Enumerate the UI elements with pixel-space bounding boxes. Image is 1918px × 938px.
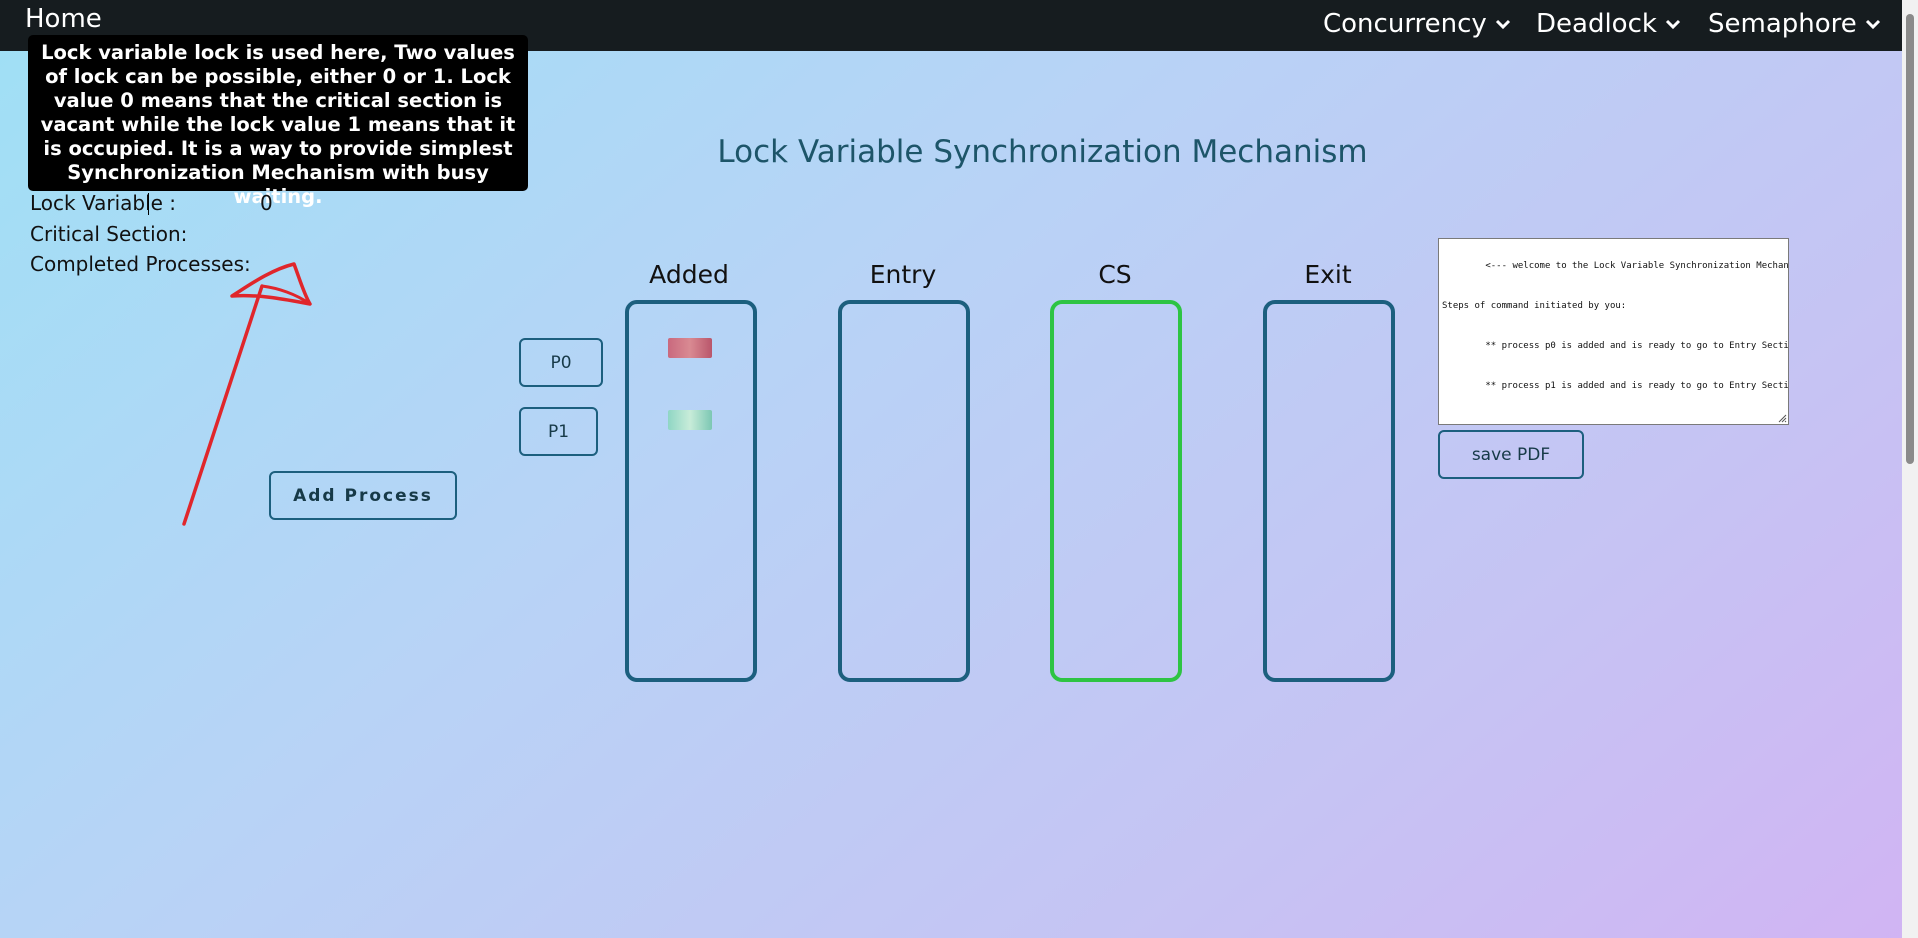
- log-line: ** process p0 is added and is ready to g…: [1442, 341, 1789, 351]
- scrollbar-thumb[interactable]: [1906, 14, 1914, 464]
- text-cursor: [148, 193, 149, 215]
- nav-semaphore-dropdown[interactable]: Semaphore: [1708, 9, 1881, 39]
- nav-deadlock-label: Deadlock: [1536, 9, 1657, 39]
- chevron-down-icon: [1865, 19, 1880, 30]
- chevron-down-icon: [1665, 19, 1680, 30]
- chevron-down-icon: [1495, 19, 1510, 30]
- critical-section-label: Critical Section:: [30, 222, 188, 246]
- column-title-cs: CS: [1098, 260, 1132, 289]
- page-scrollbar[interactable]: [1902, 0, 1918, 938]
- nav-concurrency-label: Concurrency: [1323, 9, 1487, 39]
- process-button-p1[interactable]: P1: [519, 407, 598, 456]
- column-title-added: Added: [649, 260, 729, 289]
- save-pdf-button[interactable]: save PDF: [1438, 430, 1584, 479]
- page-title: Lock Variable Synchronization Mechanism: [717, 134, 1368, 170]
- cs-column: [1050, 300, 1182, 682]
- entry-column: [838, 300, 970, 682]
- process-button-p0[interactable]: P0: [519, 338, 603, 387]
- log-line: Steps of command initiated by you:: [1442, 301, 1627, 311]
- log-line: ** process p1 is added and is ready to g…: [1442, 381, 1789, 391]
- resize-grip-icon[interactable]: [1778, 414, 1787, 423]
- column-title-exit: Exit: [1304, 260, 1352, 289]
- nav-semaphore-label: Semaphore: [1708, 9, 1857, 39]
- banknote-green-icon: [668, 410, 712, 430]
- lock-variable-tooltip: Lock variable lock is used here, Two val…: [28, 35, 528, 208]
- nav-deadlock-dropdown[interactable]: Deadlock: [1536, 9, 1681, 39]
- log-line: <--- welcome to the Lock Variable Synchr…: [1485, 261, 1789, 271]
- add-process-button[interactable]: Add Process: [269, 471, 457, 520]
- lock-variable-label: Lock Variable :: [30, 191, 177, 215]
- added-column: [625, 300, 757, 682]
- column-title-entry: Entry: [869, 260, 937, 289]
- banknote-pink-icon: [668, 338, 712, 358]
- nav-concurrency-dropdown[interactable]: Concurrency: [1323, 9, 1511, 39]
- lock-variable-value: 0: [260, 191, 273, 215]
- log-textarea[interactable]: <--- welcome to the Lock Variable Synchr…: [1438, 238, 1789, 425]
- home-link[interactable]: Home: [25, 4, 102, 34]
- exit-column: [1263, 300, 1395, 682]
